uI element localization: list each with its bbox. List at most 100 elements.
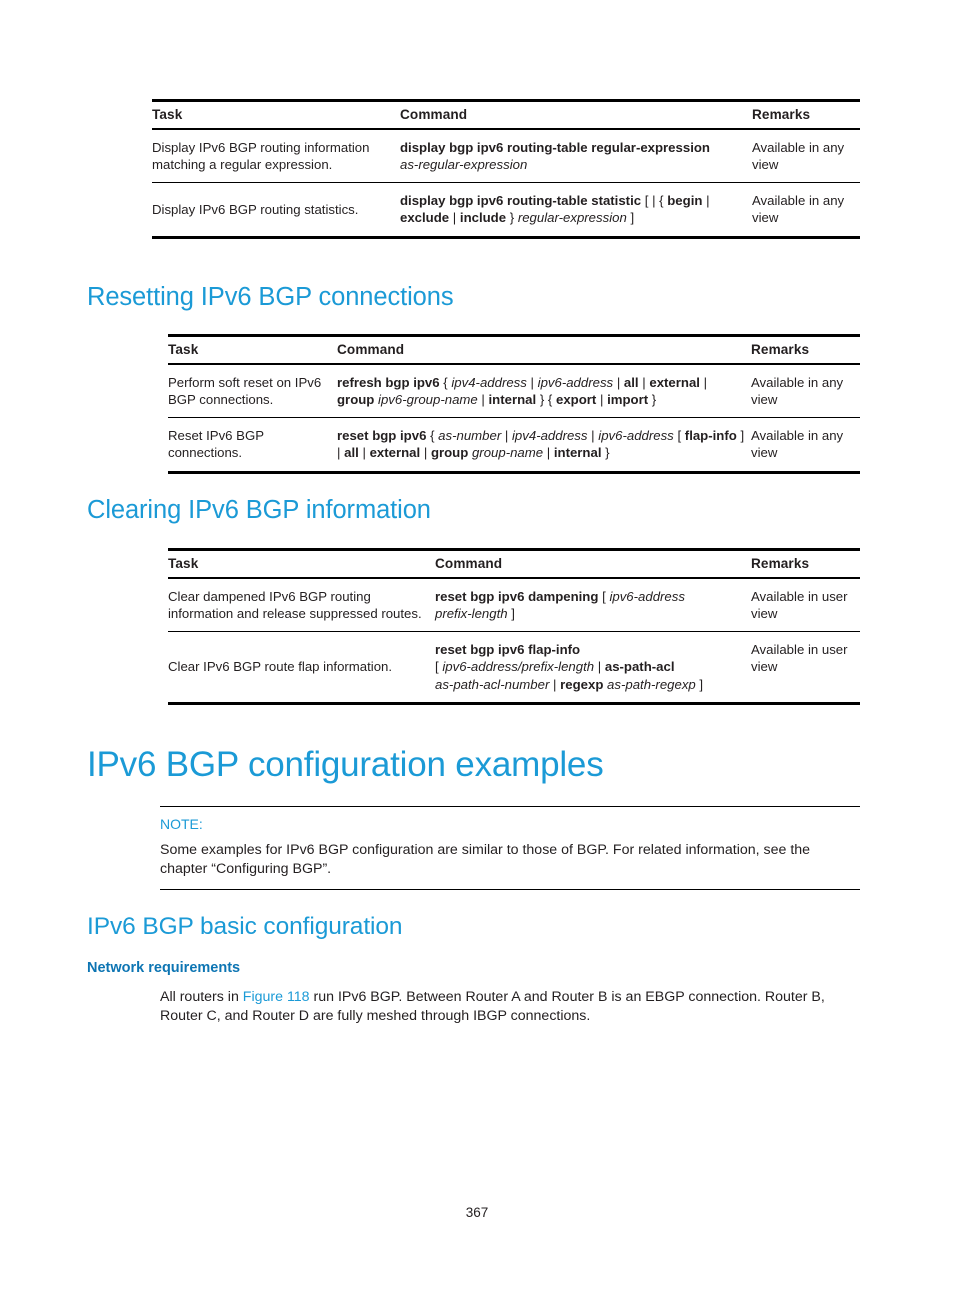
command-keyword: include: [459, 210, 507, 226]
command-punct: |: [362, 445, 366, 461]
cell-command: reset bgp ipv6 dampening [ ipv6-address …: [435, 578, 751, 632]
figure-118-link[interactable]: Figure 118: [243, 989, 310, 1005]
table-row: Perform soft reset on IPv6 BGP connectio…: [168, 364, 860, 418]
paragraph-text-part-1: All routers in: [160, 989, 243, 1005]
cell-remarks: Available in user view: [751, 631, 860, 705]
command-punct: }: [651, 392, 657, 408]
display-ipv6-bgp-table-wrapper: Task Command Remarks Display IPv6 BGP ro…: [152, 99, 860, 239]
cell-task: Display IPv6 BGP routing statistics.: [152, 182, 400, 239]
command-parameter: ipv6-address: [598, 428, 674, 444]
table-header-row: Task Command Remarks: [168, 334, 860, 365]
command-parameter: group-name: [471, 445, 544, 461]
command-keyword: reset bgp ipv6: [337, 428, 427, 444]
command-keyword: group: [430, 445, 469, 461]
command-punct: |: [597, 659, 602, 675]
command-punct: {: [443, 375, 448, 390]
command-parameter: as-regular-expression: [400, 157, 528, 173]
command-parameter: as-path-acl-number: [435, 676, 550, 692]
command-keyword: regexp: [560, 676, 604, 692]
column-header-remarks: Remarks: [752, 99, 860, 130]
table-header-row: Task Command Remarks: [168, 548, 860, 579]
column-header-command: Command: [435, 548, 751, 579]
display-ipv6-bgp-table: Task Command Remarks Display IPv6 BGP ro…: [152, 99, 860, 239]
command-punct: ]: [699, 676, 704, 692]
command-keyword: display bgp ipv6 routing-table regular-e…: [400, 140, 710, 155]
command-keyword: external: [649, 375, 700, 390]
command-punct: }: [509, 210, 515, 226]
note-label: NOTE:: [160, 816, 203, 832]
column-header-remarks: Remarks: [751, 334, 860, 365]
cell-command: reset bgp ipv6 { as-number | ipv4-addres…: [337, 417, 751, 474]
command-punct: }: [605, 445, 610, 461]
cell-task: Reset IPv6 BGP connections.: [168, 417, 337, 474]
heading-ipv6-bgp-configuration-examples: IPv6 BGP configuration examples: [87, 745, 604, 784]
command-keyword: import: [607, 392, 649, 408]
column-header-task: Task: [168, 334, 337, 365]
note-body: Some examples for IPv6 BGP configuration…: [160, 841, 811, 877]
command-punct: |: [452, 210, 457, 226]
clearing-ipv6-bgp-table: Task Command Remarks Clear dampened IPv6…: [168, 548, 860, 705]
command-punct: [: [602, 589, 606, 604]
table-row: Clear IPv6 BGP route flap information. r…: [168, 631, 860, 705]
cell-task: Clear IPv6 BGP route flap information.: [168, 631, 435, 705]
cell-command: display bgp ipv6 routing-table regular-e…: [400, 129, 752, 183]
command-punct: |: [703, 375, 708, 390]
cell-remarks: Available in any view: [752, 140, 845, 173]
column-header-command: Command: [400, 99, 752, 130]
cell-remarks: Available in any view: [751, 375, 844, 408]
resetting-ipv6-bgp-table: Task Command Remarks Perform soft reset …: [168, 334, 860, 474]
command-keyword: reset bgp ipv6 dampening: [435, 589, 599, 604]
command-punct: [: [435, 659, 439, 675]
page-number: 367: [465, 1205, 489, 1220]
column-header-command: Command: [337, 334, 751, 365]
command-punct: |: [530, 375, 534, 390]
cell-remarks: Available in user view: [751, 589, 848, 622]
command-punct: ]: [511, 606, 515, 622]
command-keyword: begin: [667, 193, 703, 209]
command-punct: {: [430, 428, 435, 444]
cell-remarks: Available in any view: [752, 182, 860, 239]
command-punct: |: [423, 445, 428, 461]
cell-command: reset bgp ipv6 flap-info [ ipv6-address/…: [435, 631, 751, 705]
command-parameter: regular-expression: [517, 210, 627, 226]
command-punct: ]: [630, 210, 635, 226]
heading-clearing-ipv6-bgp-information: Clearing IPv6 BGP information: [87, 496, 431, 524]
command-punct: |: [642, 375, 646, 390]
network-requirements-paragraph: All routers in Figure 118 run IPv6 BGP. …: [160, 988, 866, 1026]
column-header-task: Task: [168, 548, 435, 579]
table-row: Display IPv6 BGP routing information mat…: [152, 129, 860, 183]
column-header-task: Task: [152, 99, 400, 130]
cell-command: display bgp ipv6 routing-table statistic…: [400, 182, 752, 239]
command-parameter: ipv4-address: [512, 428, 588, 444]
table-row: Reset IPv6 BGP connections. reset bgp ip…: [168, 417, 860, 474]
command-keyword: all: [344, 445, 359, 461]
document-page: Task Command Remarks Display IPv6 BGP ro…: [0, 0, 954, 1296]
command-parameter: ipv6-group-name: [378, 392, 478, 408]
note-box: NOTE: Some examples for IPv6 BGP configu…: [160, 806, 860, 890]
command-punct: |: [553, 676, 557, 692]
command-keyword: display bgp ipv6 routing-table statistic: [400, 193, 642, 209]
command-punct: |: [591, 428, 595, 444]
table-header-row: Task Command Remarks: [152, 99, 860, 130]
command-keyword: all: [623, 375, 639, 390]
cell-remarks: Available in any view: [751, 417, 860, 474]
heading-network-requirements: Network requirements: [87, 960, 241, 976]
command-parameter: prefix-length: [435, 606, 508, 622]
command-keyword: internal: [488, 392, 537, 408]
command-keyword: refresh bgp ipv6: [337, 375, 440, 390]
command-punct: |: [481, 392, 485, 408]
command-parameter: as-path-regexp: [607, 676, 696, 692]
command-keyword: reset bgp ipv6 flap-info: [435, 642, 581, 658]
command-parameter: ipv6-address/prefix-length: [442, 659, 595, 675]
command-punct: |: [706, 193, 710, 209]
command-parameter: ipv6-address: [609, 589, 685, 604]
command-keyword: export: [555, 392, 597, 408]
command-punct: [ | {: [644, 193, 664, 209]
command-punct: |: [616, 375, 621, 390]
heading-ipv6-bgp-basic-configuration: IPv6 BGP basic configuration: [87, 913, 403, 940]
command-punct: [: [677, 428, 682, 444]
clearing-ipv6-bgp-table-wrapper: Task Command Remarks Clear dampened IPv6…: [168, 548, 860, 705]
command-keyword: flap-info: [684, 428, 737, 444]
command-punct: |: [599, 392, 604, 408]
command-keyword: exclude: [400, 210, 450, 226]
